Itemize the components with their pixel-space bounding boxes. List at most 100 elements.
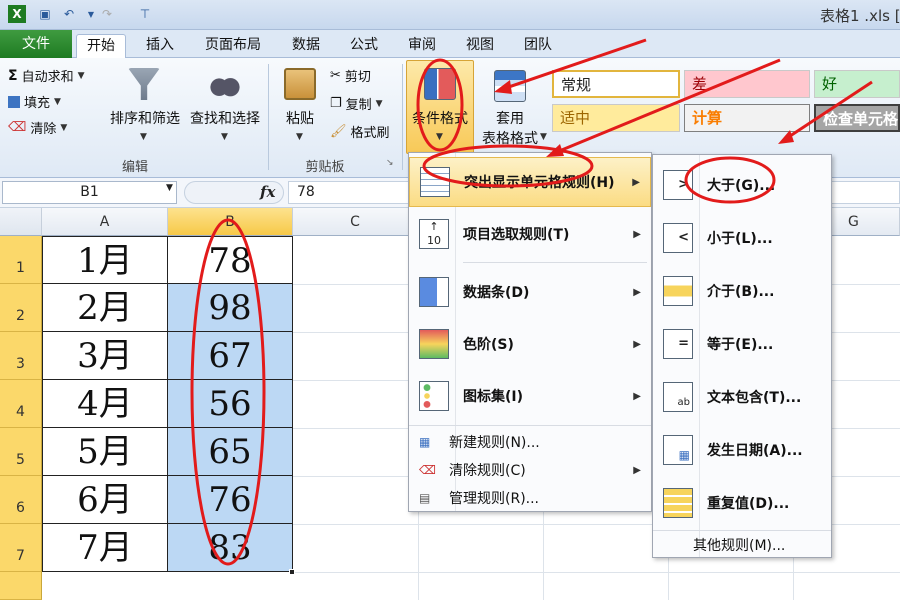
menu-item-more-rules[interactable]: 其他规则(M)... <box>653 533 831 557</box>
style-neutral[interactable]: 适中 <box>552 104 680 132</box>
style-check-cell[interactable]: 检查单元格 <box>814 104 900 132</box>
conditional-formatting-dropdown-icon: ▼ <box>436 132 443 142</box>
formula-value: 78 <box>297 184 315 200</box>
cut-button[interactable]: ✂ 剪切 <box>330 66 371 85</box>
menu-item-color-scales[interactable]: 色阶(S) ▶ <box>409 319 651 369</box>
tab-view[interactable]: 视图 <box>460 34 500 58</box>
redo-icon[interactable]: ↷ <box>98 5 116 23</box>
tab-home[interactable]: 开始 <box>76 34 126 58</box>
menu-separator <box>409 425 651 426</box>
cell-b7[interactable]: 83 <box>168 524 293 572</box>
insert-function-icon[interactable]: fx <box>260 183 275 201</box>
tab-team[interactable]: 团队 <box>518 34 558 58</box>
menu-item-new-rule[interactable]: ▦ 新建规则(N)... <box>409 429 651 455</box>
tab-page-layout[interactable]: 页面布局 <box>198 34 268 58</box>
paste-icon <box>284 68 316 100</box>
save-icon[interactable]: ▣ <box>36 5 54 23</box>
between-label: 介于(B)... <box>707 284 775 300</box>
style-calculation[interactable]: 计算 <box>684 104 810 132</box>
customize-qat-icon[interactable]: ⊤ <box>136 5 154 23</box>
autosum-button[interactable]: Σ 自动求和 ▼ <box>8 66 85 86</box>
menu-item-duplicate-values[interactable]: 重复值(D)... <box>653 479 831 527</box>
menu-item-greater-than[interactable]: > 大于(G)... <box>653 161 831 209</box>
row-header-2[interactable]: 2 <box>0 284 42 332</box>
name-box[interactable]: B1 <box>2 181 177 204</box>
menu-item-highlight-cells-rules[interactable]: 突出显示单元格规则(H) ▶ <box>409 157 651 207</box>
clear-label: 清除 <box>30 122 57 137</box>
row-header-7[interactable]: 7 <box>0 524 42 572</box>
format-as-table-label-1[interactable]: 套用 <box>480 108 540 128</box>
menu-item-date-occurring[interactable]: ▦ 发生日期(A)... <box>653 426 831 474</box>
menu-item-clear-rules[interactable]: ⌫ 清除规则(C) ▶ <box>409 457 651 483</box>
cell-a5[interactable]: 5月 <box>42 428 168 476</box>
paste-label[interactable]: 粘贴 <box>280 108 320 128</box>
clear-button[interactable]: ⌫ 清除 ▼ <box>8 118 67 137</box>
conditional-formatting-icon <box>424 68 456 100</box>
cell-a7[interactable]: 7月 <box>42 524 168 572</box>
find-select-label[interactable]: 查找和选择 <box>186 108 264 128</box>
column-header-g[interactable]: G <box>848 208 859 236</box>
menu-item-icon-sets[interactable]: 图标集(I) ▶ <box>409 371 651 421</box>
tab-data[interactable]: 数据 <box>286 34 326 58</box>
tab-review[interactable]: 审阅 <box>402 34 442 58</box>
tab-insert[interactable]: 插入 <box>140 34 180 58</box>
row-header-6[interactable]: 6 <box>0 476 42 524</box>
column-header-b[interactable]: B <box>168 208 293 236</box>
cell-b3[interactable]: 67 <box>168 332 293 380</box>
style-good[interactable]: 好 <box>814 70 900 98</box>
style-normal[interactable]: 常规 <box>552 70 680 98</box>
select-all-corner[interactable] <box>0 208 42 236</box>
cell-b1[interactable]: 78 <box>168 236 293 284</box>
fill-handle[interactable] <box>289 569 295 575</box>
cell-b2[interactable]: 98 <box>168 284 293 332</box>
menu-item-less-than[interactable]: < 小于(L)... <box>653 214 831 262</box>
row-header-8[interactable] <box>0 572 42 600</box>
format-as-table-dropdown-icon[interactable]: ▼ <box>540 132 547 142</box>
find-select-dropdown-icon[interactable]: ▼ <box>221 132 228 142</box>
cell-a3[interactable]: 3月 <box>42 332 168 380</box>
fill-button[interactable]: 填充 ▼ <box>8 92 61 111</box>
cell-b5[interactable]: 65 <box>168 428 293 476</box>
icon-sets-icon <box>419 381 449 411</box>
menu-item-top-bottom-rules[interactable]: ↑ 10 项目选取规则(T) ▶ <box>409 209 651 259</box>
cell-a4[interactable]: 4月 <box>42 380 168 428</box>
cell-a1[interactable]: 1月 <box>42 236 168 284</box>
cell-b4[interactable]: 56 <box>168 380 293 428</box>
row-header-5[interactable]: 5 <box>0 428 42 476</box>
format-painter-label: 格式刷 <box>350 126 390 141</box>
icon-sets-label: 图标集(I) <box>463 389 524 405</box>
highlight-cells-rules-label: 突出显示单元格规则(H) <box>464 175 615 191</box>
menu-item-equal-to[interactable]: = 等于(E)... <box>653 320 831 368</box>
highlight-cells-icon <box>420 167 450 197</box>
cell-a2[interactable]: 2月 <box>42 284 168 332</box>
paste-dropdown-icon[interactable]: ▼ <box>296 132 303 142</box>
format-painter-button[interactable]: 🖌 格式刷 <box>330 122 390 141</box>
sort-filter-label[interactable]: 排序和筛选 <box>106 108 184 128</box>
undo-icon[interactable]: ↶ <box>60 5 78 23</box>
cell-a6[interactable]: 6月 <box>42 476 168 524</box>
sort-filter-icon <box>128 68 160 100</box>
manage-rules-icon: ▤ <box>419 491 431 505</box>
submenu-arrow-icon: ▶ <box>632 176 640 188</box>
menu-item-data-bars[interactable]: 数据条(D) ▶ <box>409 267 651 317</box>
column-header-c[interactable]: C <box>293 208 418 236</box>
row-header-4[interactable]: 4 <box>0 380 42 428</box>
format-as-table-icon <box>494 70 526 102</box>
submenu-arrow-icon: ▶ <box>633 390 641 402</box>
format-as-table-label-2[interactable]: 表格格式 <box>474 128 546 148</box>
style-bad[interactable]: 差 <box>684 70 810 98</box>
menu-item-manage-rules[interactable]: ▤ 管理规则(R)... <box>409 485 651 511</box>
cell-b6[interactable]: 76 <box>168 476 293 524</box>
row-header-3[interactable]: 3 <box>0 332 42 380</box>
dialog-launcher-icon[interactable]: ↘ <box>386 158 394 168</box>
tab-formulas[interactable]: 公式 <box>344 34 384 58</box>
sort-filter-dropdown-icon[interactable]: ▼ <box>140 132 147 142</box>
column-header-a[interactable]: A <box>42 208 168 236</box>
menu-item-between[interactable]: 介于(B)... <box>653 267 831 315</box>
tab-file[interactable]: 文件 <box>0 30 72 58</box>
menu-item-text-contains[interactable]: ab 文本包含(T)... <box>653 373 831 421</box>
name-box-dropdown-icon[interactable]: ▼ <box>166 183 173 193</box>
conditional-formatting-label: 条件格式 <box>412 111 468 127</box>
copy-button[interactable]: ❐ 复制 ▼ <box>330 94 383 113</box>
row-header-1[interactable]: 1 <box>0 236 42 284</box>
